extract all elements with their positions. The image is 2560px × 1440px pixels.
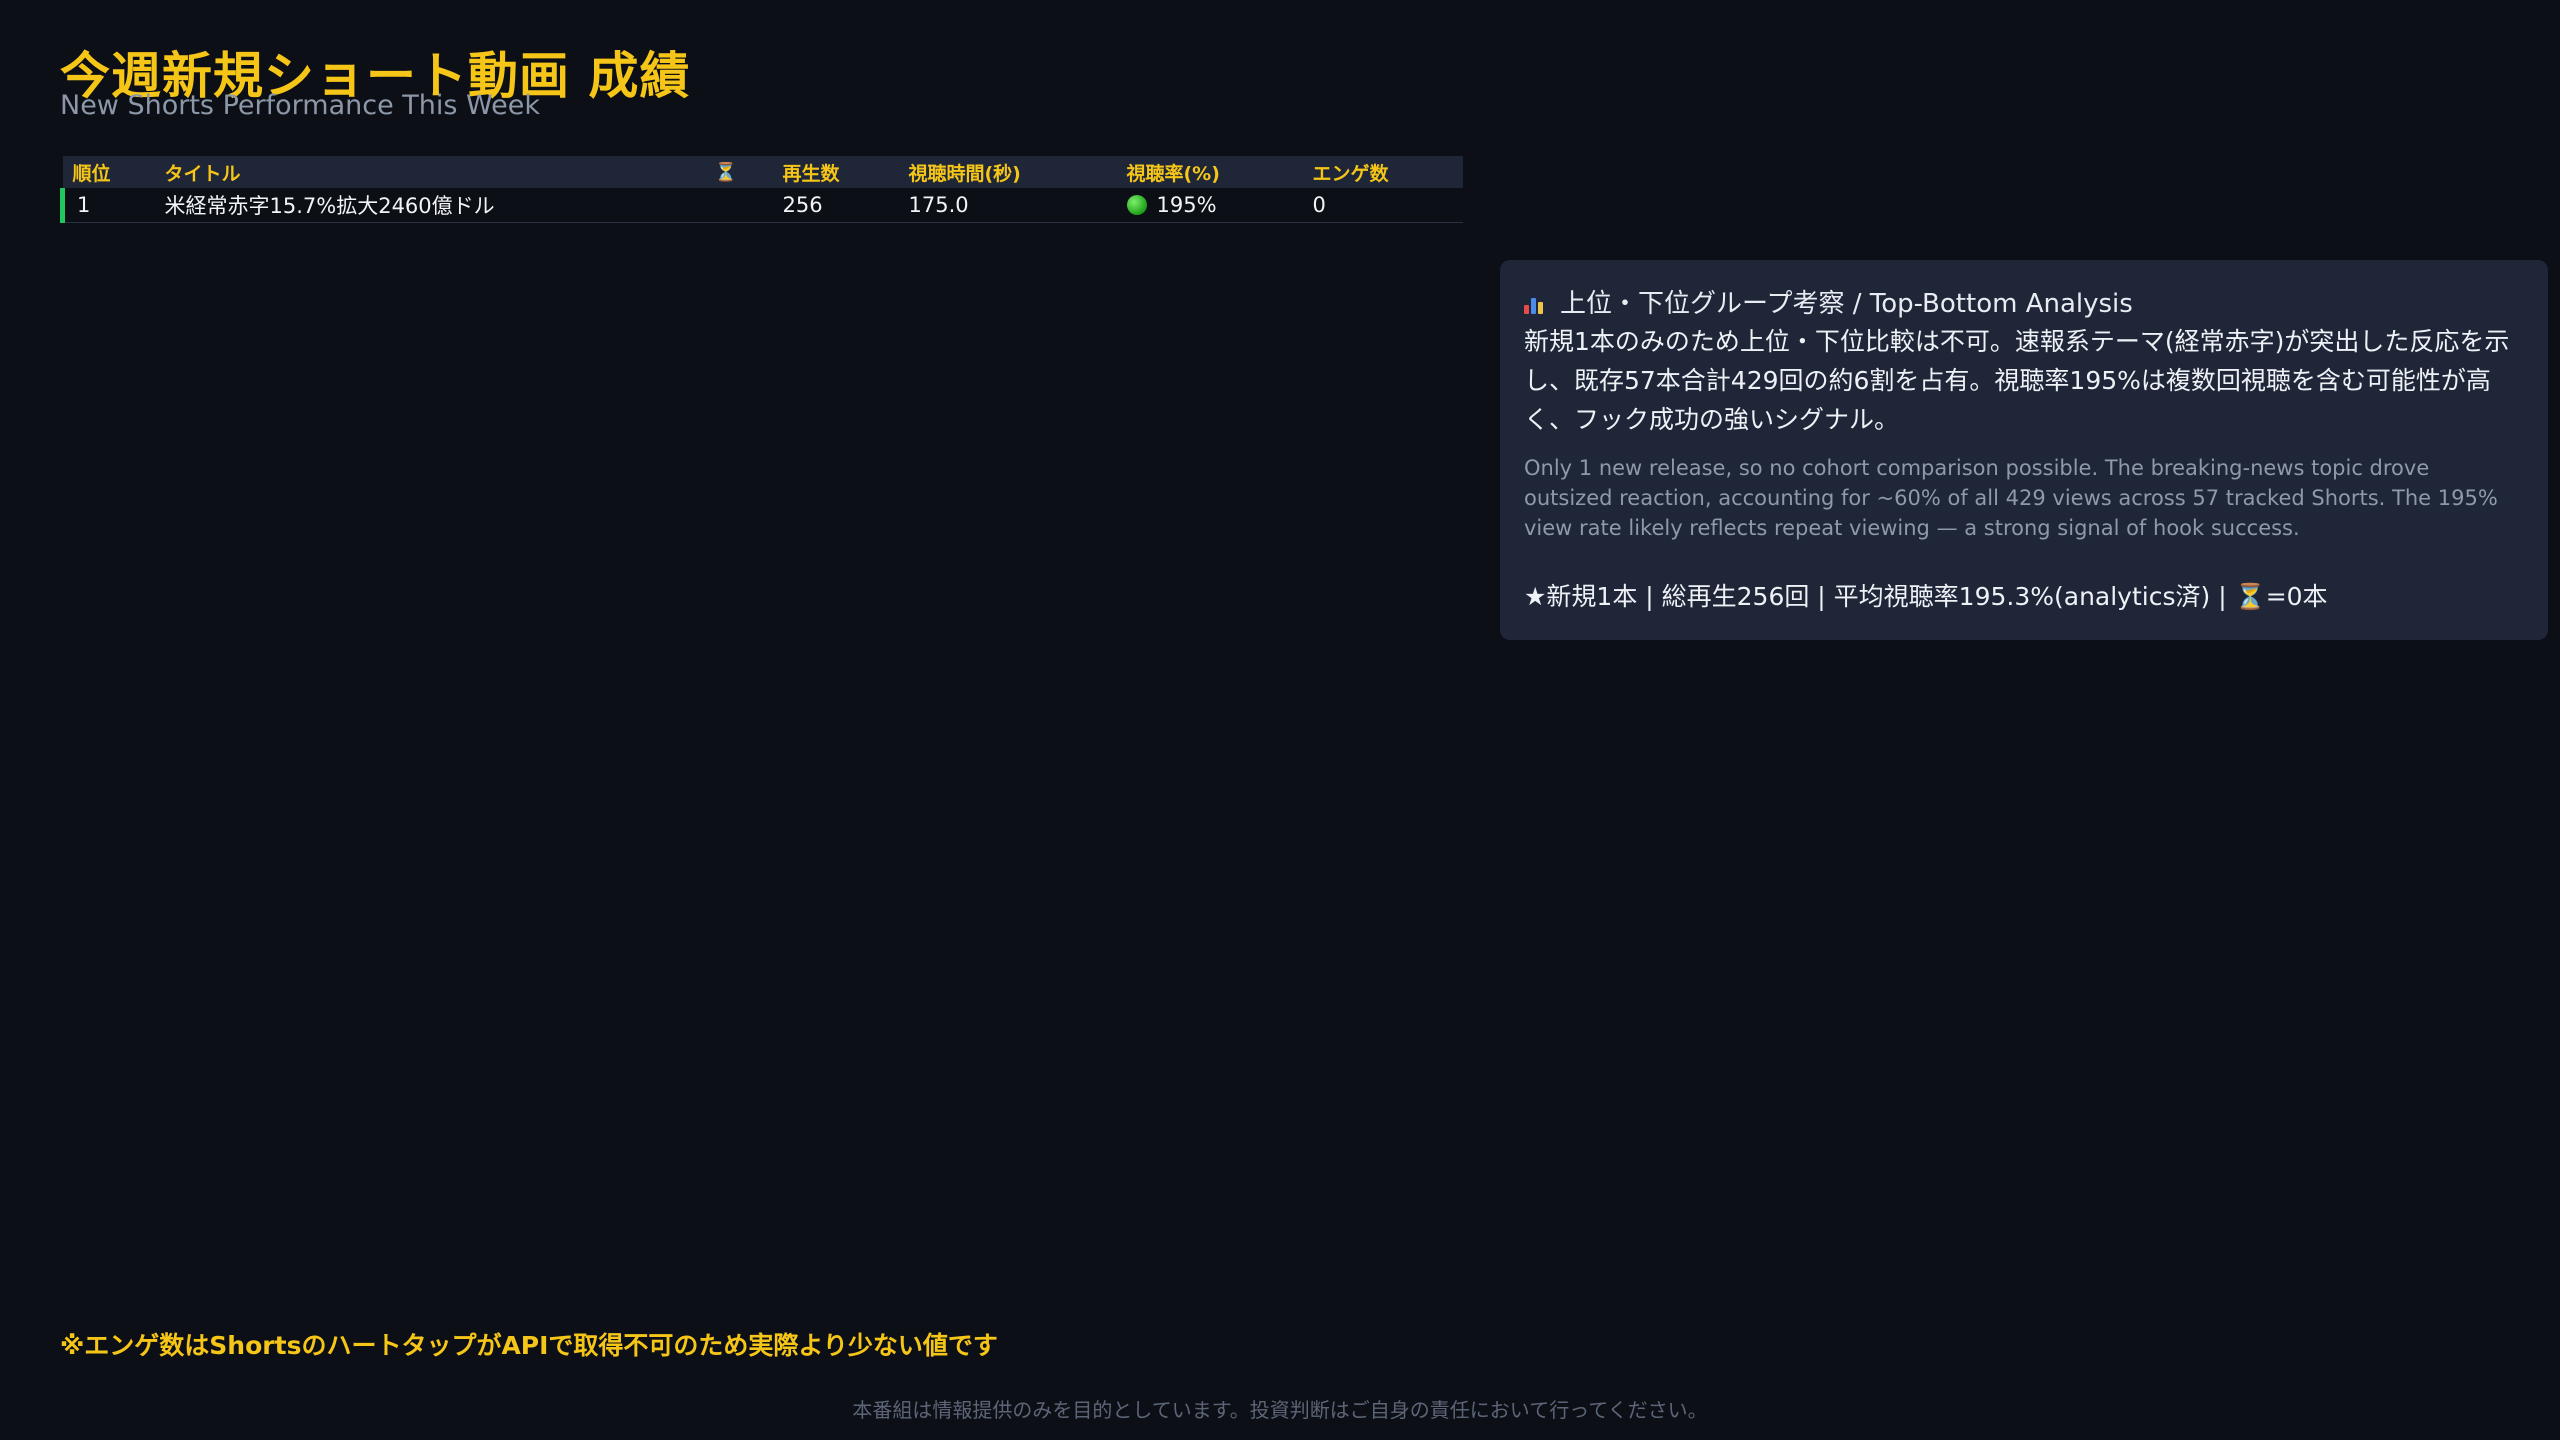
rank-cell: 1 [60,188,155,223]
engagements-cell: 0 [1302,188,1463,223]
page-subtitle: New Shorts Performance This Week [60,90,540,121]
page: 今週新規ショート動画 成績 New Shorts Performance Thi… [0,0,2560,1440]
column-header-title: タイトル [154,156,705,188]
hourglass-icon: ⏳ [714,162,737,183]
view-rate-cell: 195% [1116,188,1303,223]
table-header-row: 順位 タイトル ⏳ 再生数 視聴時間(秒) 視聴率(%) エンゲ数 [62,156,1463,188]
engagement-footnote: ※エンゲ数はShortsのハートタップがAPIで取得不可のため実際より少ない値で… [60,1331,998,1360]
column-header-watch-time: 視聴時間(秒) [898,156,1117,188]
analysis-body-english: Only 1 new release, so no cohort compari… [1524,456,2498,540]
views-cell: 256 [772,188,899,223]
title-cell: 米経常赤字15.7%拡大2460億ドル [154,188,705,223]
column-header-rank: 順位 [62,156,155,188]
column-header-views: 再生数 [772,156,899,188]
analysis-heading: 上位・下位グループ考察 / Top-Bottom Analysis [1524,286,2524,322]
table-row: 1 米経常赤字15.7%拡大2460億ドル 256 175.0 195% 0 [60,188,1463,223]
view-rate-value: 195% [1156,193,1217,217]
green-status-icon [1126,195,1147,215]
performance-table: 順位 タイトル ⏳ 再生数 視聴時間(秒) 視聴率(%) エンゲ数 1 米経常赤… [60,156,1463,223]
watch-time-cell: 175.0 [898,188,1117,223]
analysis-body-japanese: 新規1本のみのため上位・下位比較は不可。速報系テーマ(経常赤字)が突出した反応を… [1524,327,2510,434]
bar-chart-icon [1524,294,1546,314]
column-header-engagements: エンゲ数 [1302,156,1463,188]
column-header-pending: ⏳ [704,156,773,188]
analysis-heading-text: 上位・下位グループ考察 / Top-Bottom Analysis [1560,289,2133,319]
disclaimer-text: 本番組は情報提供のみを目的としています。投資判断はご自身の責任において行ってくだ… [852,1398,1708,1422]
analysis-summary: ★新規1本 | 総再生256回 | 平均視聴率195.3%(analytics済… [1524,582,2328,611]
analysis-panel: 上位・下位グループ考察 / Top-Bottom Analysis 新規1本のみ… [1500,260,2548,640]
column-header-view-rate: 視聴率(%) [1116,156,1303,188]
pending-cell [704,188,773,223]
